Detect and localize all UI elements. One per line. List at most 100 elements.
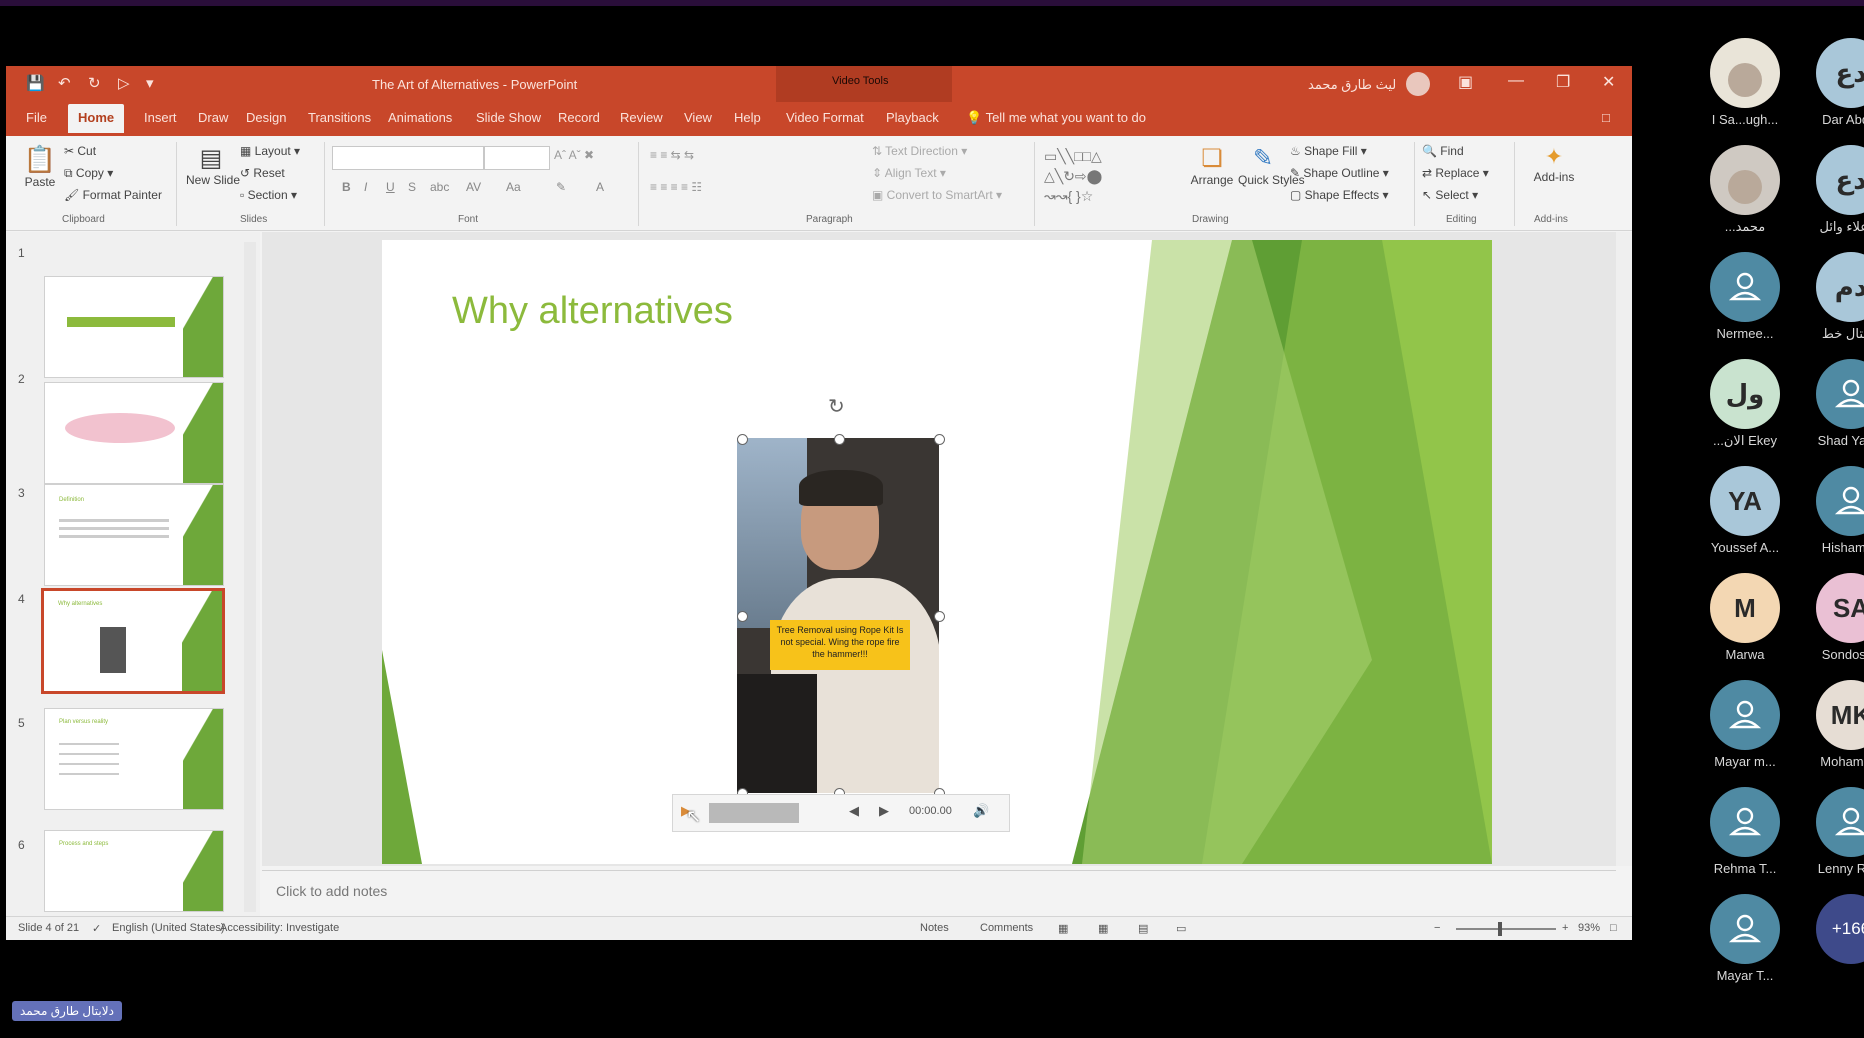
align-buttons[interactable]: ≡ ≡ ≡ ≡ ☷ [650, 180, 702, 194]
tab-help[interactable]: Help [734, 110, 761, 125]
tab-design[interactable]: Design [246, 110, 286, 125]
account-name[interactable]: ليث طارق محمد [1308, 77, 1396, 93]
close-icon[interactable]: ✕ [1602, 72, 1615, 92]
section-button[interactable]: ▫ Section ▾ [240, 188, 297, 202]
save-icon[interactable]: 💾 [26, 74, 45, 92]
participant-tile[interactable]: SA Sondos ... [1806, 573, 1864, 662]
media-progress-bar[interactable] [709, 803, 799, 823]
layout-button[interactable]: ▦ Layout ▾ [240, 144, 300, 158]
zoom-thumb[interactable] [1498, 922, 1502, 936]
new-slide-button[interactable]: ▤ New Slide [186, 144, 240, 187]
redo-icon[interactable]: ↻ [88, 74, 101, 92]
highlight-button[interactable]: ✎ [556, 180, 566, 194]
present-icon[interactable]: ▷ [118, 74, 130, 92]
slide-scrollbar[interactable] [1616, 232, 1632, 866]
shape-fill-button[interactable]: ♨ Shape Fill ▾ [1290, 144, 1367, 158]
participant-tile[interactable]: +166 [1806, 894, 1864, 964]
normal-view-icon[interactable]: ▦ [1058, 922, 1068, 935]
minimize-icon[interactable]: — [1508, 72, 1524, 90]
slide-title[interactable]: Why alternatives [452, 290, 733, 333]
text-direction-button[interactable]: ⇅ Text Direction ▾ [872, 144, 967, 158]
slide-thumbnail-selected[interactable]: Why alternatives [41, 588, 225, 694]
tab-slide-show[interactable]: Slide Show [476, 110, 541, 125]
participant-tile[interactable]: دم دلابتال خط [1806, 252, 1864, 342]
align-text-button[interactable]: ⇕ Align Text ▾ [872, 166, 946, 180]
resize-handle[interactable] [934, 611, 945, 622]
slide-thumbnail[interactable]: Definition [44, 484, 224, 586]
maximize-icon[interactable]: ❐ [1556, 72, 1570, 92]
tab-file[interactable]: File [26, 110, 47, 125]
account-avatar[interactable] [1406, 72, 1430, 96]
participant-tile[interactable]: ول ...الان Ekey [1700, 359, 1790, 449]
participant-tile[interactable]: YA Youssef A... [1700, 466, 1790, 555]
font-color-button[interactable]: A [596, 180, 604, 194]
tab-playback[interactable]: Playback [886, 110, 939, 125]
reset-button[interactable]: ↺ Reset [240, 166, 285, 180]
shape-outline-button[interactable]: ✎ Shape Outline ▾ [1290, 166, 1389, 180]
font-grow-shrink-icons[interactable]: Aˆ Aˇ ✖ [554, 148, 594, 162]
step-forward-icon[interactable]: ▶ [879, 803, 889, 819]
resize-handle[interactable] [834, 434, 845, 445]
italic-button[interactable]: I [364, 180, 367, 194]
tab-home[interactable]: Home [68, 104, 125, 133]
participant-tile[interactable]: Mayar T... [1700, 894, 1790, 983]
slide-thumbnail[interactable] [44, 382, 224, 484]
thumbnail-scrollbar[interactable] [244, 242, 256, 912]
participant-tile[interactable]: دع علاء وائل ... [1806, 145, 1864, 235]
spellcheck-icon[interactable]: ✓ [92, 922, 101, 935]
cut-button[interactable]: ✂ Cut [64, 144, 96, 158]
underline-button[interactable]: U [386, 180, 395, 194]
undo-icon[interactable]: ↶ [58, 74, 71, 92]
tell-me-search[interactable]: 💡 Tell me what you want to do [966, 110, 1146, 126]
tab-video-format[interactable]: Video Format [786, 110, 864, 125]
tab-draw[interactable]: Draw [198, 110, 228, 125]
qat-more-icon[interactable]: ▾ [146, 74, 154, 92]
slide-thumbnail[interactable] [44, 276, 224, 378]
participant-tile[interactable]: Rehma T... [1700, 787, 1790, 876]
font-size-box[interactable] [484, 146, 550, 170]
zoom-slider[interactable] [1456, 922, 1556, 936]
tab-animations[interactable]: Animations [388, 110, 452, 125]
char-spacing-button[interactable]: AV [466, 180, 481, 194]
format-painter-button[interactable]: 🖌 Format Painter [64, 188, 162, 202]
slide-video[interactable] [737, 438, 939, 793]
slide-thumbnail[interactable]: Plan versus reality [44, 708, 224, 810]
participant-tile[interactable]: Lenny Ra... [1806, 787, 1864, 876]
zoom-level[interactable]: 93% [1578, 922, 1600, 934]
bold-button[interactable]: B [342, 180, 351, 194]
reading-view-icon[interactable]: ▤ [1138, 922, 1148, 935]
shape-effects-button[interactable]: ▢ Shape Effects ▾ [1290, 188, 1389, 202]
shapes-gallery[interactable]: ▭╲╲□□△ △╲↻⇨⬤ ↝↝{ }☆ [1044, 146, 1102, 206]
add-ins-button[interactable]: ✦ Add-ins [1524, 144, 1584, 184]
tab-record[interactable]: Record [558, 110, 600, 125]
resize-handle[interactable] [934, 434, 945, 445]
participant-tile[interactable]: ...محمد [1700, 145, 1790, 235]
replace-button[interactable]: ⇄ Replace ▾ [1422, 166, 1489, 180]
rotate-handle-icon[interactable]: ↻ [828, 394, 845, 419]
copy-button[interactable]: ⧉ Copy ▾ [64, 166, 113, 181]
notes-button[interactable]: Notes [920, 922, 949, 934]
language-indicator[interactable]: English (United States) [112, 922, 225, 934]
shadow-button[interactable]: S [408, 180, 416, 194]
change-case-button[interactable]: Aa [506, 180, 521, 194]
strikethrough-button[interactable]: abc [430, 180, 449, 194]
participant-tile[interactable]: Hisham ... [1806, 466, 1864, 555]
tab-transitions[interactable]: Transitions [308, 110, 371, 125]
step-back-icon[interactable]: ◀ [849, 803, 859, 819]
slide-sorter-icon[interactable]: ▦ [1098, 922, 1108, 935]
resize-handle[interactable] [737, 434, 748, 445]
smartart-button[interactable]: ▣ Convert to SmartArt ▾ [872, 188, 1002, 202]
font-name-box[interactable] [332, 146, 484, 170]
participant-tile[interactable]: M Marwa [1700, 573, 1790, 662]
bullets-button[interactable]: ≡ ≡ ⇆ ⇆ [650, 148, 694, 162]
paste-button[interactable]: 📋 Paste [20, 144, 60, 189]
participant-tile[interactable]: Mayar m... [1700, 680, 1790, 769]
tab-view[interactable]: View [684, 110, 712, 125]
slide-thumbnail[interactable]: Process and steps [44, 830, 224, 912]
select-button[interactable]: ↖ Select ▾ [1422, 188, 1478, 202]
zoom-in-icon[interactable]: + [1562, 922, 1568, 934]
participant-tile[interactable]: Nermee... [1700, 252, 1790, 341]
ribbon-display-icon[interactable]: ▣ [1458, 72, 1473, 92]
participant-tile[interactable]: دع Dar Abd... [1806, 38, 1864, 127]
quick-styles-button[interactable]: ✎ Quick Styles [1238, 144, 1305, 187]
